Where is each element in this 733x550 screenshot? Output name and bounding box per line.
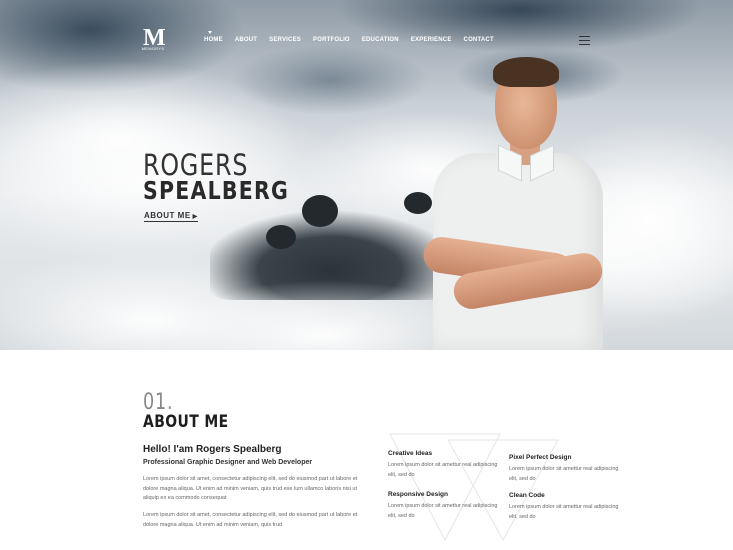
portrait-photo [418,55,608,350]
feature-pixel-perfect: Pixel Perfect Design Lorem ipsum dolor s… [509,454,619,484]
nav-item-experience[interactable]: EXPERIENCE [411,37,452,43]
main-menu: HOME ABOUT SERVICES PORTFOLIO EDUCATION … [204,31,506,43]
tree-silhouette [266,225,296,249]
feature-responsive-design: Responsive Design Lorem ipsum dolor sit … [388,491,498,521]
feature-title: Pixel Perfect Design [509,454,572,461]
feature-title: Responsive Design [388,491,448,498]
feature-title: Clean Code [509,492,545,499]
feature-title: Creative Ideas [388,450,433,457]
about-role: Professional Graphic Designer and Web De… [143,459,313,466]
nav-item-home[interactable]: HOME [204,31,223,43]
nav-item-services[interactable]: SERVICES [269,37,301,43]
nav-item-about[interactable]: ABOUT [235,37,257,43]
feature-text: Lorem ipsum dolor sit amettur real adipi… [388,503,498,519]
arrow-right-icon: ▶ [192,214,198,220]
hero-last-name: SPEALBERG [143,176,290,205]
feature-text: Lorem ipsum dolor sit amettur real adipi… [509,466,619,482]
feature-creative-ideas: Creative Ideas Lorem ipsum dolor sit ame… [388,450,498,480]
feature-text: Lorem ipsum dolor sit amettur real adipi… [388,462,498,478]
feature-clean-code: Clean Code Lorem ipsum dolor sit amettur… [509,492,619,522]
section-title: ABOUT ME [143,412,229,432]
nav-item-contact[interactable]: CONTACT [464,37,494,43]
logo-subtitle: MEMORYS [141,46,165,51]
triangle-graphic [389,433,559,542]
hamburger-menu-icon[interactable] [579,36,590,45]
tree-silhouette [302,195,338,227]
top-navigation: M MEMORYS HOME ABOUT SERVICES PORTFOLIO … [0,0,733,60]
about-greeting: Hello! I'am Rogers Spealberg [143,444,282,455]
features-grid: Creative Ideas Lorem ipsum dolor sit ame… [388,432,618,542]
hero-section: M MEMORYS HOME ABOUT SERVICES PORTFOLIO … [0,0,733,350]
nav-item-education[interactable]: EDUCATION [362,37,399,43]
about-paragraph: Lorem ipsum dolor sit amet, consectetur … [143,476,358,501]
about-me-link-label: ABOUT ME [144,211,191,220]
about-me-link[interactable]: ABOUT ME ▶ [144,211,198,222]
nav-item-portfolio[interactable]: PORTFOLIO [313,37,350,43]
feature-text: Lorem ipsum dolor sit amettur real adipi… [509,504,619,520]
about-paragraph: Lorem ipsum dolor sit amet, consectetur … [143,512,358,528]
